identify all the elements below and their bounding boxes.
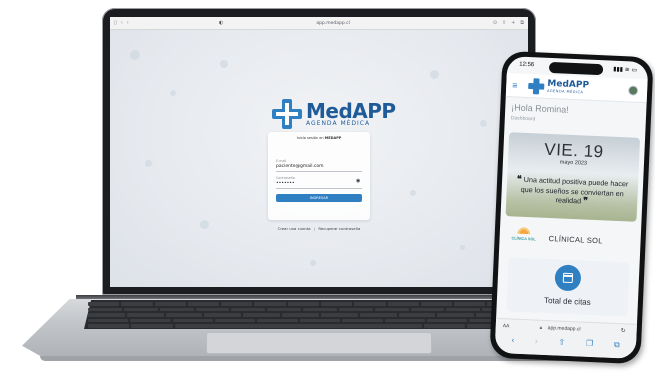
brand-logo: MedAPP AGENDA MÉDICA	[272, 99, 396, 129]
bookmarks-icon[interactable]: ❐	[586, 339, 594, 348]
recover-password-link[interactable]: Recuperar contraseña	[318, 226, 360, 231]
decor-bubble	[220, 60, 228, 68]
login-card: Inicia sesión en MEDAPP E-mail paciente@…	[268, 132, 370, 220]
reader-aa-button[interactable]: AA	[503, 323, 510, 329]
share-icon[interactable]: ⇧	[502, 20, 506, 26]
decor-bubble	[410, 190, 416, 196]
close-quote-icon: ❞	[582, 195, 589, 206]
browser-toolbar: ▯ ‹ › ◐ app.medapp.cl ⊙ ⇧ + ⧉	[110, 17, 528, 30]
download-icon[interactable]: ⊙	[493, 20, 497, 26]
back-icon[interactable]: ‹	[121, 20, 123, 26]
citas-label: Total de citas	[543, 295, 591, 307]
login-button[interactable]: INGRESAR	[276, 194, 362, 202]
email-field[interactable]: paciente@gmail.com	[276, 164, 324, 169]
decor-bubble	[200, 220, 209, 229]
share-icon[interactable]: ⇧	[558, 338, 565, 347]
new-tab-icon[interactable]: +	[511, 20, 515, 26]
status-indicators: ▮▮▮ ≋ ▭	[612, 66, 638, 74]
medical-cross-icon	[272, 99, 302, 129]
reload-icon[interactable]: ↻	[621, 327, 626, 334]
app-brand-subtitle: AGENDA MÉDICA	[546, 88, 584, 95]
calendar-icon	[554, 264, 582, 292]
email-label: E-mail	[276, 159, 287, 163]
decor-bubble	[170, 90, 176, 96]
clinic-logo: CLÍNICA SOL	[510, 225, 537, 248]
avatar[interactable]	[627, 85, 639, 96]
app-header: ≡ MedAPP AGENDA MÉDICA	[505, 73, 648, 104]
forward-icon[interactable]: ›	[535, 337, 538, 346]
app-brand: MedAPP AGENDA MÉDICA	[546, 79, 589, 95]
clinic-row[interactable]: CLÍNICA SOL CLÍNICAL SOL	[504, 221, 636, 257]
breadcrumb: Dashboard	[510, 115, 536, 123]
decor-bubble	[430, 70, 439, 79]
lock-icon: 🔒︎	[539, 324, 543, 330]
decor-bubble	[310, 260, 316, 266]
password-field[interactable]: •••••••	[276, 181, 295, 186]
status-time: 12:56	[519, 61, 535, 69]
sidebar-icon[interactable]: ▯	[114, 20, 117, 26]
tabs-icon[interactable]: ⧉	[614, 339, 620, 349]
brand-name: MedAPP	[306, 98, 396, 123]
total-citas-card[interactable]: Total de citas	[506, 257, 630, 317]
quote-body: Una actitud positiva puede hacer que los…	[520, 174, 629, 206]
mobile-url[interactable]: app.medapp.cl	[548, 325, 581, 332]
laptop-screen: ▯ ‹ › ◐ app.medapp.cl ⊙ ⇧ + ⧉ MedAPP AGE…	[110, 17, 528, 287]
password-label: Contraseña	[276, 176, 295, 180]
decor-bubble	[145, 160, 152, 167]
login-heading: Inicia sesión en MEDAPP	[296, 136, 342, 140]
browser-url[interactable]: app.medapp.cl	[223, 21, 492, 26]
quote-text: ❝ Una actitud positiva puede hacer que l…	[512, 174, 632, 208]
back-icon[interactable]: ‹	[511, 336, 514, 345]
create-account-link[interactable]: Crear una cuenta	[278, 226, 311, 231]
email-underline	[276, 171, 362, 172]
trackpad	[206, 332, 432, 354]
decor-bubble	[130, 50, 140, 60]
phone-screen: 12:56 ▮▮▮ ≋ ▭ ≡ MedAPP AGENDA MÉDICA ¡Ho…	[494, 56, 649, 359]
tabs-icon[interactable]: ⧉	[520, 20, 524, 26]
keyboard-keys	[88, 302, 552, 328]
phone-device: 12:56 ▮▮▮ ≋ ▭ ≡ MedAPP AGENDA MÉDICA ¡Ho…	[489, 50, 654, 365]
greeting: ¡Hola Romina!	[511, 102, 570, 115]
decor-bubble	[480, 120, 487, 127]
hamburger-menu-icon[interactable]: ≡	[512, 80, 518, 90]
password-underline	[276, 188, 362, 189]
phone-notch	[548, 61, 604, 76]
daily-quote-card: VIE. 19 mayo 2023 ❝ Una actitud positiva…	[505, 132, 641, 222]
eye-icon[interactable]: ◉	[356, 178, 360, 184]
decor-bubble	[460, 245, 465, 250]
medical-cross-icon	[528, 78, 545, 95]
login-links: Crear una cuenta | Recuperar contraseña	[268, 226, 370, 231]
clinic-name: CLÍNICAL SOL	[548, 233, 603, 245]
sun-icon	[516, 225, 532, 235]
clinic-logo-text: CLÍNICA SOL	[511, 236, 536, 242]
open-quote-icon: ❝	[516, 173, 523, 184]
link-separator: |	[313, 226, 316, 231]
forward-icon[interactable]: ›	[127, 20, 129, 26]
